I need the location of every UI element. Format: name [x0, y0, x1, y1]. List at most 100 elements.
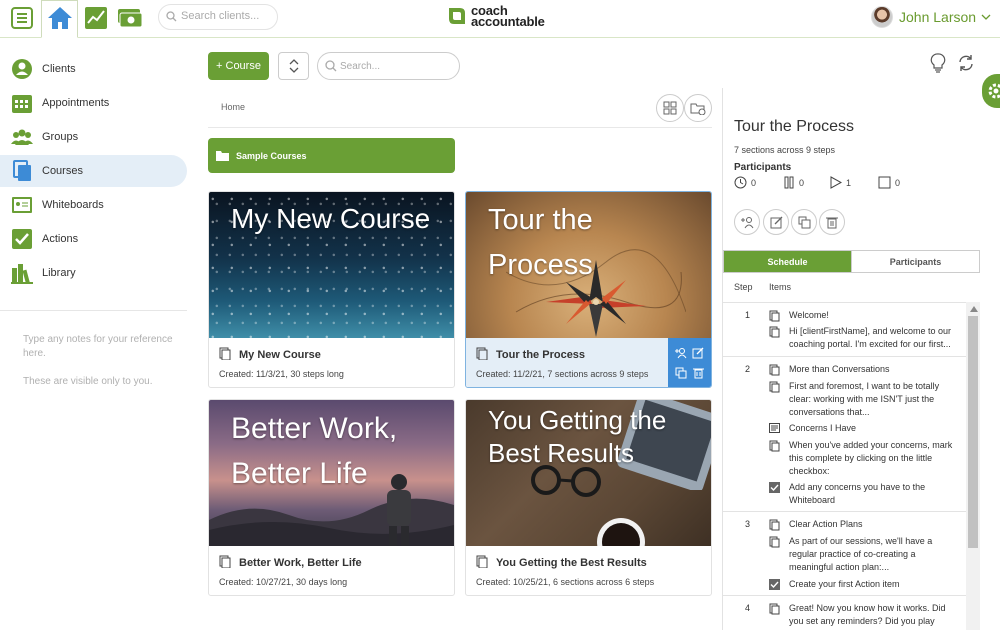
sidebar-item-actions[interactable]: Actions	[0, 223, 187, 255]
breadcrumb-row: Home	[208, 92, 712, 128]
breadcrumb-home[interactable]: Home	[221, 102, 245, 112]
stat-value: 0	[799, 177, 805, 188]
schedule-step[interactable]: 2 More than Conversations First and fore…	[723, 357, 966, 512]
sidebar-item-label: Whiteboards	[42, 199, 104, 211]
refresh-icon[interactable]	[957, 54, 975, 77]
course-image-sunset: Better Work, Better Life	[209, 400, 454, 546]
sidebar: Clients Appointments Groups Courses Whit…	[0, 39, 190, 630]
pause-icon	[784, 176, 794, 189]
sidebar-item-courses[interactable]: Courses	[0, 155, 187, 187]
course-icon	[476, 555, 488, 571]
step-item[interactable]: Concerns I Have	[769, 422, 959, 437]
logo-text-line2: accountable	[471, 14, 545, 29]
course-icon	[219, 555, 231, 571]
step-item[interactable]: When you've added your concerns, mark th…	[769, 439, 959, 478]
step-number: 4	[745, 603, 751, 613]
sidebar-item-appointments[interactable]: Appointments	[0, 87, 187, 119]
course-image-title: Better Work, Better Life	[231, 412, 398, 490]
step-item[interactable]: As part of our sessions, we'll have a re…	[769, 535, 959, 574]
copy-icon[interactable]	[673, 364, 689, 382]
action-checkbox-icon	[769, 579, 781, 594]
course-name: Better Work, Better Life	[239, 557, 362, 569]
step-item[interactable]: First and foremost, I want to be totally…	[769, 380, 959, 419]
course-search-placeholder: Search...	[340, 61, 381, 72]
step-item[interactable]: More than Conversations	[769, 363, 959, 380]
lightbulb-icon[interactable]	[930, 53, 946, 78]
copy-course-button[interactable]	[791, 209, 817, 235]
course-card-selected[interactable]: Tour the Process Tour the Process Create…	[465, 191, 712, 388]
course-item-icon	[769, 440, 781, 478]
person-icon	[11, 58, 33, 80]
sidebar-item-label: Groups	[42, 131, 79, 143]
step-item[interactable]: Create your first Action item	[769, 578, 959, 594]
user-name: John Larson	[899, 9, 977, 25]
stat-pending: 0	[734, 176, 756, 189]
edit-icon	[770, 216, 782, 228]
clock-icon	[734, 176, 747, 189]
course-image-title: My New Course	[231, 203, 431, 234]
step-item[interactable]: Great! Now you know how it works. Did yo…	[769, 602, 959, 628]
step-item[interactable]: Add any concerns you have to the Whitebo…	[769, 481, 959, 507]
tab-participants[interactable]: Participants	[851, 251, 979, 272]
sidebar-item-clients[interactable]: Clients	[0, 53, 187, 85]
menu-icon[interactable]	[8, 4, 36, 32]
add-course-button[interactable]: + Course	[208, 52, 269, 80]
new-folder-button[interactable]	[684, 94, 712, 122]
grid-view-button[interactable]	[656, 94, 684, 122]
course-name: You Getting the Best Results	[496, 557, 647, 569]
scroll-up-icon[interactable]	[970, 306, 978, 312]
schedule-list: 1 Welcome! Hi [clientFirstName], and wel…	[723, 302, 980, 630]
course-image-title: You Getting the Best Results	[488, 405, 667, 468]
sidebar-item-library[interactable]: Library	[0, 257, 187, 289]
user-menu[interactable]: John Larson	[871, 6, 991, 28]
course-meta: Created: 11/3/21, 30 steps long	[219, 369, 344, 379]
course-card[interactable]: Better Work, Better Life Better Work, Be…	[208, 399, 455, 596]
step-number: 1	[745, 310, 751, 320]
col-step: Step	[734, 282, 753, 292]
course-search-input[interactable]: Search...	[317, 52, 460, 80]
edit-course-button[interactable]	[763, 209, 789, 235]
top-bar: Search clients... coach accountable John…	[0, 0, 1000, 38]
step-item[interactable]: Welcome!	[769, 309, 959, 326]
step-item[interactable]: Clear Action Plans	[769, 518, 959, 535]
edit-icon[interactable]	[691, 344, 707, 362]
stat-value: 0	[751, 177, 757, 188]
detail-title: Tour the Process	[734, 118, 855, 135]
card-actions	[668, 338, 711, 387]
calendar-icon	[11, 92, 33, 114]
step-number: 3	[745, 519, 751, 529]
client-search-input[interactable]: Search clients...	[158, 4, 278, 30]
home-tab[interactable]	[41, 0, 78, 38]
course-image-desk: You Getting the Best Results	[466, 400, 711, 546]
schedule-step[interactable]: 1 Welcome! Hi [clientFirstName], and wel…	[723, 303, 966, 357]
sidebar-item-label: Clients	[42, 63, 76, 75]
add-participant-button[interactable]	[734, 209, 760, 235]
logo[interactable]: coach accountable	[446, 4, 545, 29]
course-card[interactable]: You Getting the Best Results You Getting…	[465, 399, 712, 596]
step-item[interactable]: Hi [clientFirstName], and welcome to our…	[769, 325, 959, 351]
whiteboard-item-icon	[769, 423, 781, 437]
course-name: My New Course	[239, 349, 321, 361]
sort-button[interactable]	[278, 52, 309, 80]
sidebar-item-whiteboards[interactable]: Whiteboards	[0, 189, 187, 221]
delete-course-button[interactable]	[819, 209, 845, 235]
participants-heading: Participants	[734, 162, 792, 173]
detail-tabs: Schedule Participants	[723, 250, 980, 273]
step-number: 2	[745, 364, 751, 374]
schedule-step[interactable]: 3 Clear Action Plans As part of our sess…	[723, 512, 966, 596]
notes-area[interactable]: Type any notes for your reference here. …	[23, 333, 173, 389]
course-card[interactable]: My New Course My New Course Created: 11/…	[208, 191, 455, 388]
courses-icon	[11, 160, 33, 182]
folder-sample-courses[interactable]: Sample Courses	[208, 138, 455, 173]
course-item-icon	[769, 519, 781, 535]
sidebar-item-groups[interactable]: Groups	[0, 121, 187, 153]
course-item-icon	[769, 310, 781, 326]
schedule-scrollbar-thumb[interactable]	[968, 316, 978, 548]
tab-schedule[interactable]: Schedule	[724, 251, 851, 272]
add-participant-icon[interactable]	[673, 344, 689, 362]
trash-icon	[826, 217, 838, 228]
schedule-step[interactable]: 4 Great! Now you know how it works. Did …	[723, 596, 966, 630]
money-icon[interactable]	[116, 4, 144, 32]
trash-icon[interactable]	[691, 364, 707, 382]
chart-icon[interactable]	[82, 4, 110, 32]
